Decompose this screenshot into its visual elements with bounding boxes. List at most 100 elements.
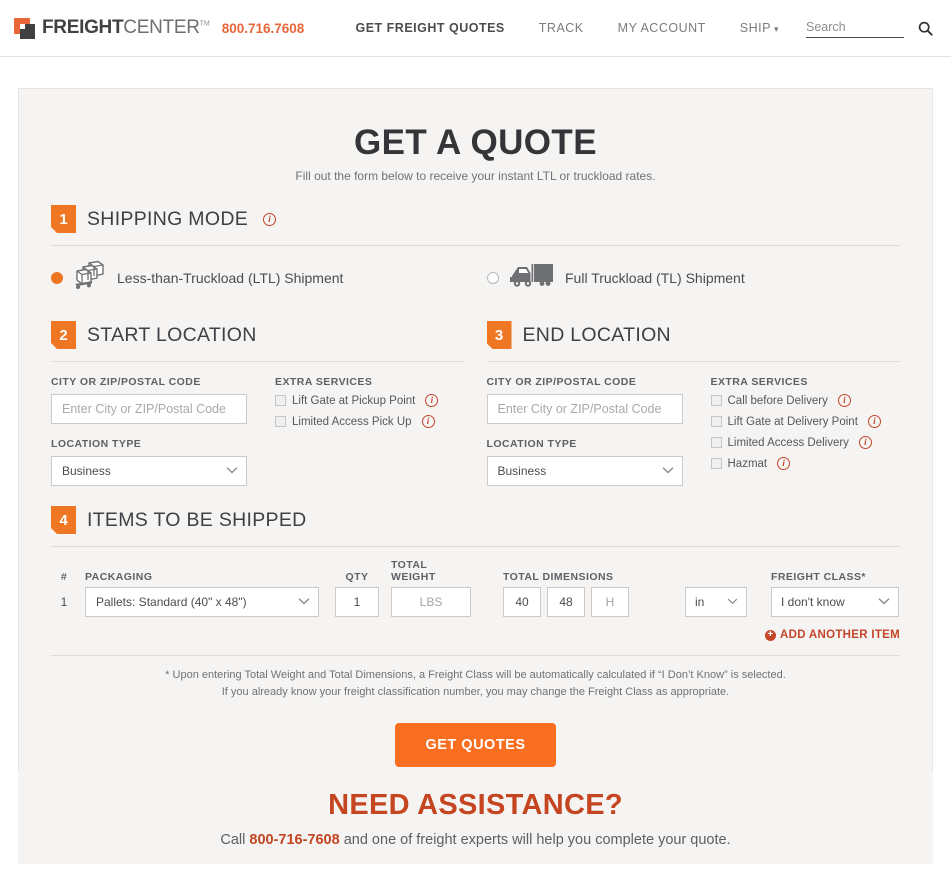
info-icon[interactable]: i bbox=[425, 394, 439, 407]
packaging-select[interactable]: Pallets: Standard (40" x 48") bbox=[85, 587, 319, 617]
logo-square-icon bbox=[14, 17, 35, 39]
logo-wordmark: FREIGHTCENTERTM bbox=[42, 17, 210, 39]
radio-ltl[interactable] bbox=[51, 271, 63, 284]
end-location-type-select-wrap[interactable]: Business bbox=[486, 456, 683, 486]
col-header-weight: TOTAL WEIGHT bbox=[391, 559, 436, 583]
freight-class-note-line-1: * Upon entering Total Weight and Total D… bbox=[165, 669, 786, 681]
nav-item-ship[interactable]: SHIP ▾ bbox=[723, 21, 796, 35]
checkbox-input[interactable] bbox=[275, 395, 286, 406]
shipping-mode-tl-label: Full Truckload (TL) Shipment bbox=[565, 269, 745, 286]
qty-cell bbox=[335, 587, 379, 617]
assistance-call-prefix: Call bbox=[220, 831, 250, 848]
items-table-header: # PACKAGING QTY TOTAL WEIGHT TOTAL DIMEN… bbox=[51, 559, 900, 583]
nav-item-my-account[interactable]: MY ACCOUNT bbox=[601, 21, 723, 35]
step-3-title: END LOCATION bbox=[522, 323, 671, 346]
checkbox-call-before-delivery[interactable]: Call before Delivery i bbox=[710, 394, 901, 407]
step-4-title: ITEMS TO BE SHIPPED bbox=[87, 508, 307, 531]
logo-trademark: TM bbox=[199, 20, 210, 28]
unit-select-wrap[interactable]: in bbox=[685, 587, 747, 617]
dimension-length-input[interactable] bbox=[503, 587, 541, 617]
divider bbox=[51, 245, 900, 246]
shipping-mode-options: Less-than-Truckload (LTL) Shipment Full … bbox=[51, 260, 900, 295]
checkbox-input[interactable] bbox=[710, 395, 722, 406]
location-columns: 2 START LOCATION CITY OR ZIP/POSTAL CODE… bbox=[51, 321, 900, 486]
assistance-call-suffix: and one of freight experts will help you… bbox=[339, 831, 731, 848]
weight-cell bbox=[391, 587, 471, 617]
dimension-height-input[interactable] bbox=[591, 587, 629, 617]
semi-truck-icon bbox=[508, 260, 556, 295]
end-location-type-label: LOCATION TYPE bbox=[486, 438, 577, 450]
get-quotes-button[interactable]: GET QUOTES bbox=[395, 722, 556, 767]
info-icon[interactable]: i bbox=[858, 436, 872, 449]
nav-label: TRACK bbox=[538, 21, 584, 35]
col-header-qty: QTY bbox=[345, 571, 369, 583]
end-location-fields: CITY OR ZIP/POSTAL CODE LOCATION TYPE Bu… bbox=[486, 376, 901, 486]
step-3-header: 3 END LOCATION bbox=[487, 321, 901, 349]
checkbox-input[interactable] bbox=[710, 416, 722, 427]
checkbox-label: Lift Gate at Delivery Point bbox=[727, 415, 858, 428]
checkbox-limited-access-pickup[interactable]: Limited Access Pick Up i bbox=[275, 415, 465, 428]
checkbox-label: Limited Access Delivery bbox=[727, 436, 849, 449]
logo-text-light: CENTER bbox=[123, 17, 200, 38]
start-location-type-select[interactable]: Business bbox=[51, 456, 247, 486]
page-subtitle: Fill out the form below to receive your … bbox=[295, 169, 656, 183]
start-city-input[interactable] bbox=[51, 394, 247, 424]
checkbox-hazmat[interactable]: Hazmat i bbox=[710, 457, 901, 470]
info-icon[interactable]: i bbox=[263, 212, 277, 226]
freight-class-select-wrap[interactable]: I don't know bbox=[771, 587, 899, 617]
checkbox-input[interactable] bbox=[710, 437, 722, 448]
freight-class-select[interactable]: I don't know bbox=[771, 587, 899, 617]
end-location-type-select[interactable]: Business bbox=[486, 456, 683, 486]
step-1-header: 1 SHIPPING MODE i bbox=[51, 205, 900, 233]
page-title: GET A QUOTE bbox=[354, 123, 597, 162]
search-icon[interactable] bbox=[918, 21, 933, 36]
start-location-type-select-wrap[interactable]: Business bbox=[51, 456, 247, 486]
divider bbox=[486, 361, 900, 362]
checkbox-limited-access-delivery[interactable]: Limited Access Delivery i bbox=[710, 436, 901, 449]
info-icon[interactable]: i bbox=[867, 415, 881, 428]
main-nav: GET FREIGHT QUOTES TRACK MY ACCOUNT SHIP… bbox=[338, 18, 933, 38]
nav-item-get-freight-quotes[interactable]: GET FREIGHT QUOTES bbox=[338, 21, 521, 35]
info-icon[interactable]: i bbox=[777, 457, 791, 470]
assistance-phone[interactable]: 800-716-7608 bbox=[249, 832, 339, 848]
divider bbox=[51, 361, 465, 362]
qty-input[interactable] bbox=[335, 587, 379, 617]
step-1-badge: 1 bbox=[51, 205, 76, 233]
search-field-wrapper[interactable] bbox=[806, 18, 904, 38]
end-city-input[interactable] bbox=[486, 394, 683, 424]
unit-select[interactable]: in bbox=[685, 587, 747, 617]
nav-label: GET FREIGHT QUOTES bbox=[355, 21, 505, 35]
dimensions-cell bbox=[503, 587, 673, 617]
get-quotes-wrapper: GET QUOTES bbox=[51, 722, 900, 767]
start-extra-services: EXTRA SERVICES Lift Gate at Pickup Point… bbox=[275, 376, 465, 486]
end-extra-services: EXTRA SERVICES Call before Delivery i Li… bbox=[710, 376, 901, 486]
chevron-down-icon: ▾ bbox=[773, 24, 779, 34]
table-row: 1 Pallets: Standard (40" x 48") in bbox=[51, 587, 900, 617]
dimension-width-input[interactable] bbox=[547, 587, 585, 617]
packaging-select-wrap[interactable]: Pallets: Standard (40" x 48") bbox=[85, 587, 319, 617]
radio-tl[interactable] bbox=[487, 271, 499, 284]
add-another-item-button[interactable]: + ADD ANOTHER ITEM bbox=[51, 629, 900, 641]
site-logo[interactable]: FREIGHTCENTERTM bbox=[14, 17, 210, 39]
search-input[interactable] bbox=[806, 18, 904, 37]
checkbox-label: Hazmat bbox=[727, 457, 768, 470]
checkbox-input[interactable] bbox=[710, 458, 722, 469]
header-phone[interactable]: 800.716.7608 bbox=[222, 21, 305, 36]
divider bbox=[51, 655, 900, 656]
total-weight-input[interactable] bbox=[391, 587, 471, 617]
start-extra-services-label: EXTRA SERVICES bbox=[275, 376, 373, 388]
checkbox-lift-gate-pickup[interactable]: Lift Gate at Pickup Point i bbox=[275, 394, 465, 407]
shipping-mode-ltl[interactable]: Less-than-Truckload (LTL) Shipment bbox=[51, 260, 487, 295]
checkbox-lift-gate-delivery[interactable]: Lift Gate at Delivery Point i bbox=[710, 415, 901, 428]
info-icon[interactable]: i bbox=[837, 394, 851, 407]
info-icon[interactable]: i bbox=[421, 415, 435, 428]
freight-class-note-line-2: If you already know your freight classif… bbox=[221, 685, 730, 698]
checkbox-label: Call before Delivery bbox=[727, 394, 828, 407]
pallet-jack-icon bbox=[72, 260, 108, 295]
site-header: FREIGHTCENTERTM 800.716.7608 GET FREIGHT… bbox=[0, 0, 951, 57]
checkbox-input[interactable] bbox=[275, 416, 286, 427]
step-2-header: 2 START LOCATION bbox=[51, 321, 465, 349]
step-4-header: 4 ITEMS TO BE SHIPPED bbox=[51, 506, 900, 534]
shipping-mode-tl[interactable]: Full Truckload (TL) Shipment bbox=[487, 260, 745, 295]
nav-item-track[interactable]: TRACK bbox=[522, 21, 601, 35]
